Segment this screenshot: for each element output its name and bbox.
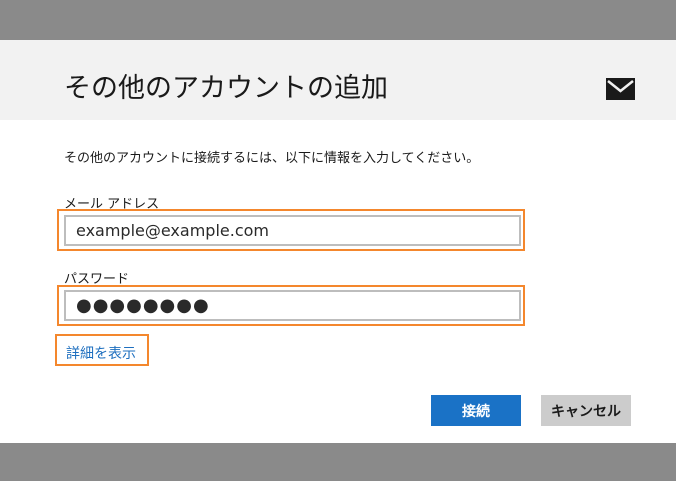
email-field[interactable] <box>64 215 521 246</box>
password-field[interactable]: ●●●●●●●● <box>64 290 521 321</box>
add-account-dialog: その他のアカウントの追加 その他のアカウントに接続するには、以下に情報を入力して… <box>0 40 676 443</box>
show-details-link[interactable]: 詳細を表示 <box>66 343 136 363</box>
dialog-title: その他のアカウントの追加 <box>64 73 388 104</box>
dialog-header: その他のアカウントの追加 <box>0 40 676 120</box>
mail-icon <box>606 78 635 100</box>
dialog-description: その他のアカウントに接続するには、以下に情報を入力してください。 <box>64 151 480 166</box>
cancel-button[interactable]: キャンセル <box>541 395 631 426</box>
connect-button[interactable]: 接続 <box>431 395 521 426</box>
